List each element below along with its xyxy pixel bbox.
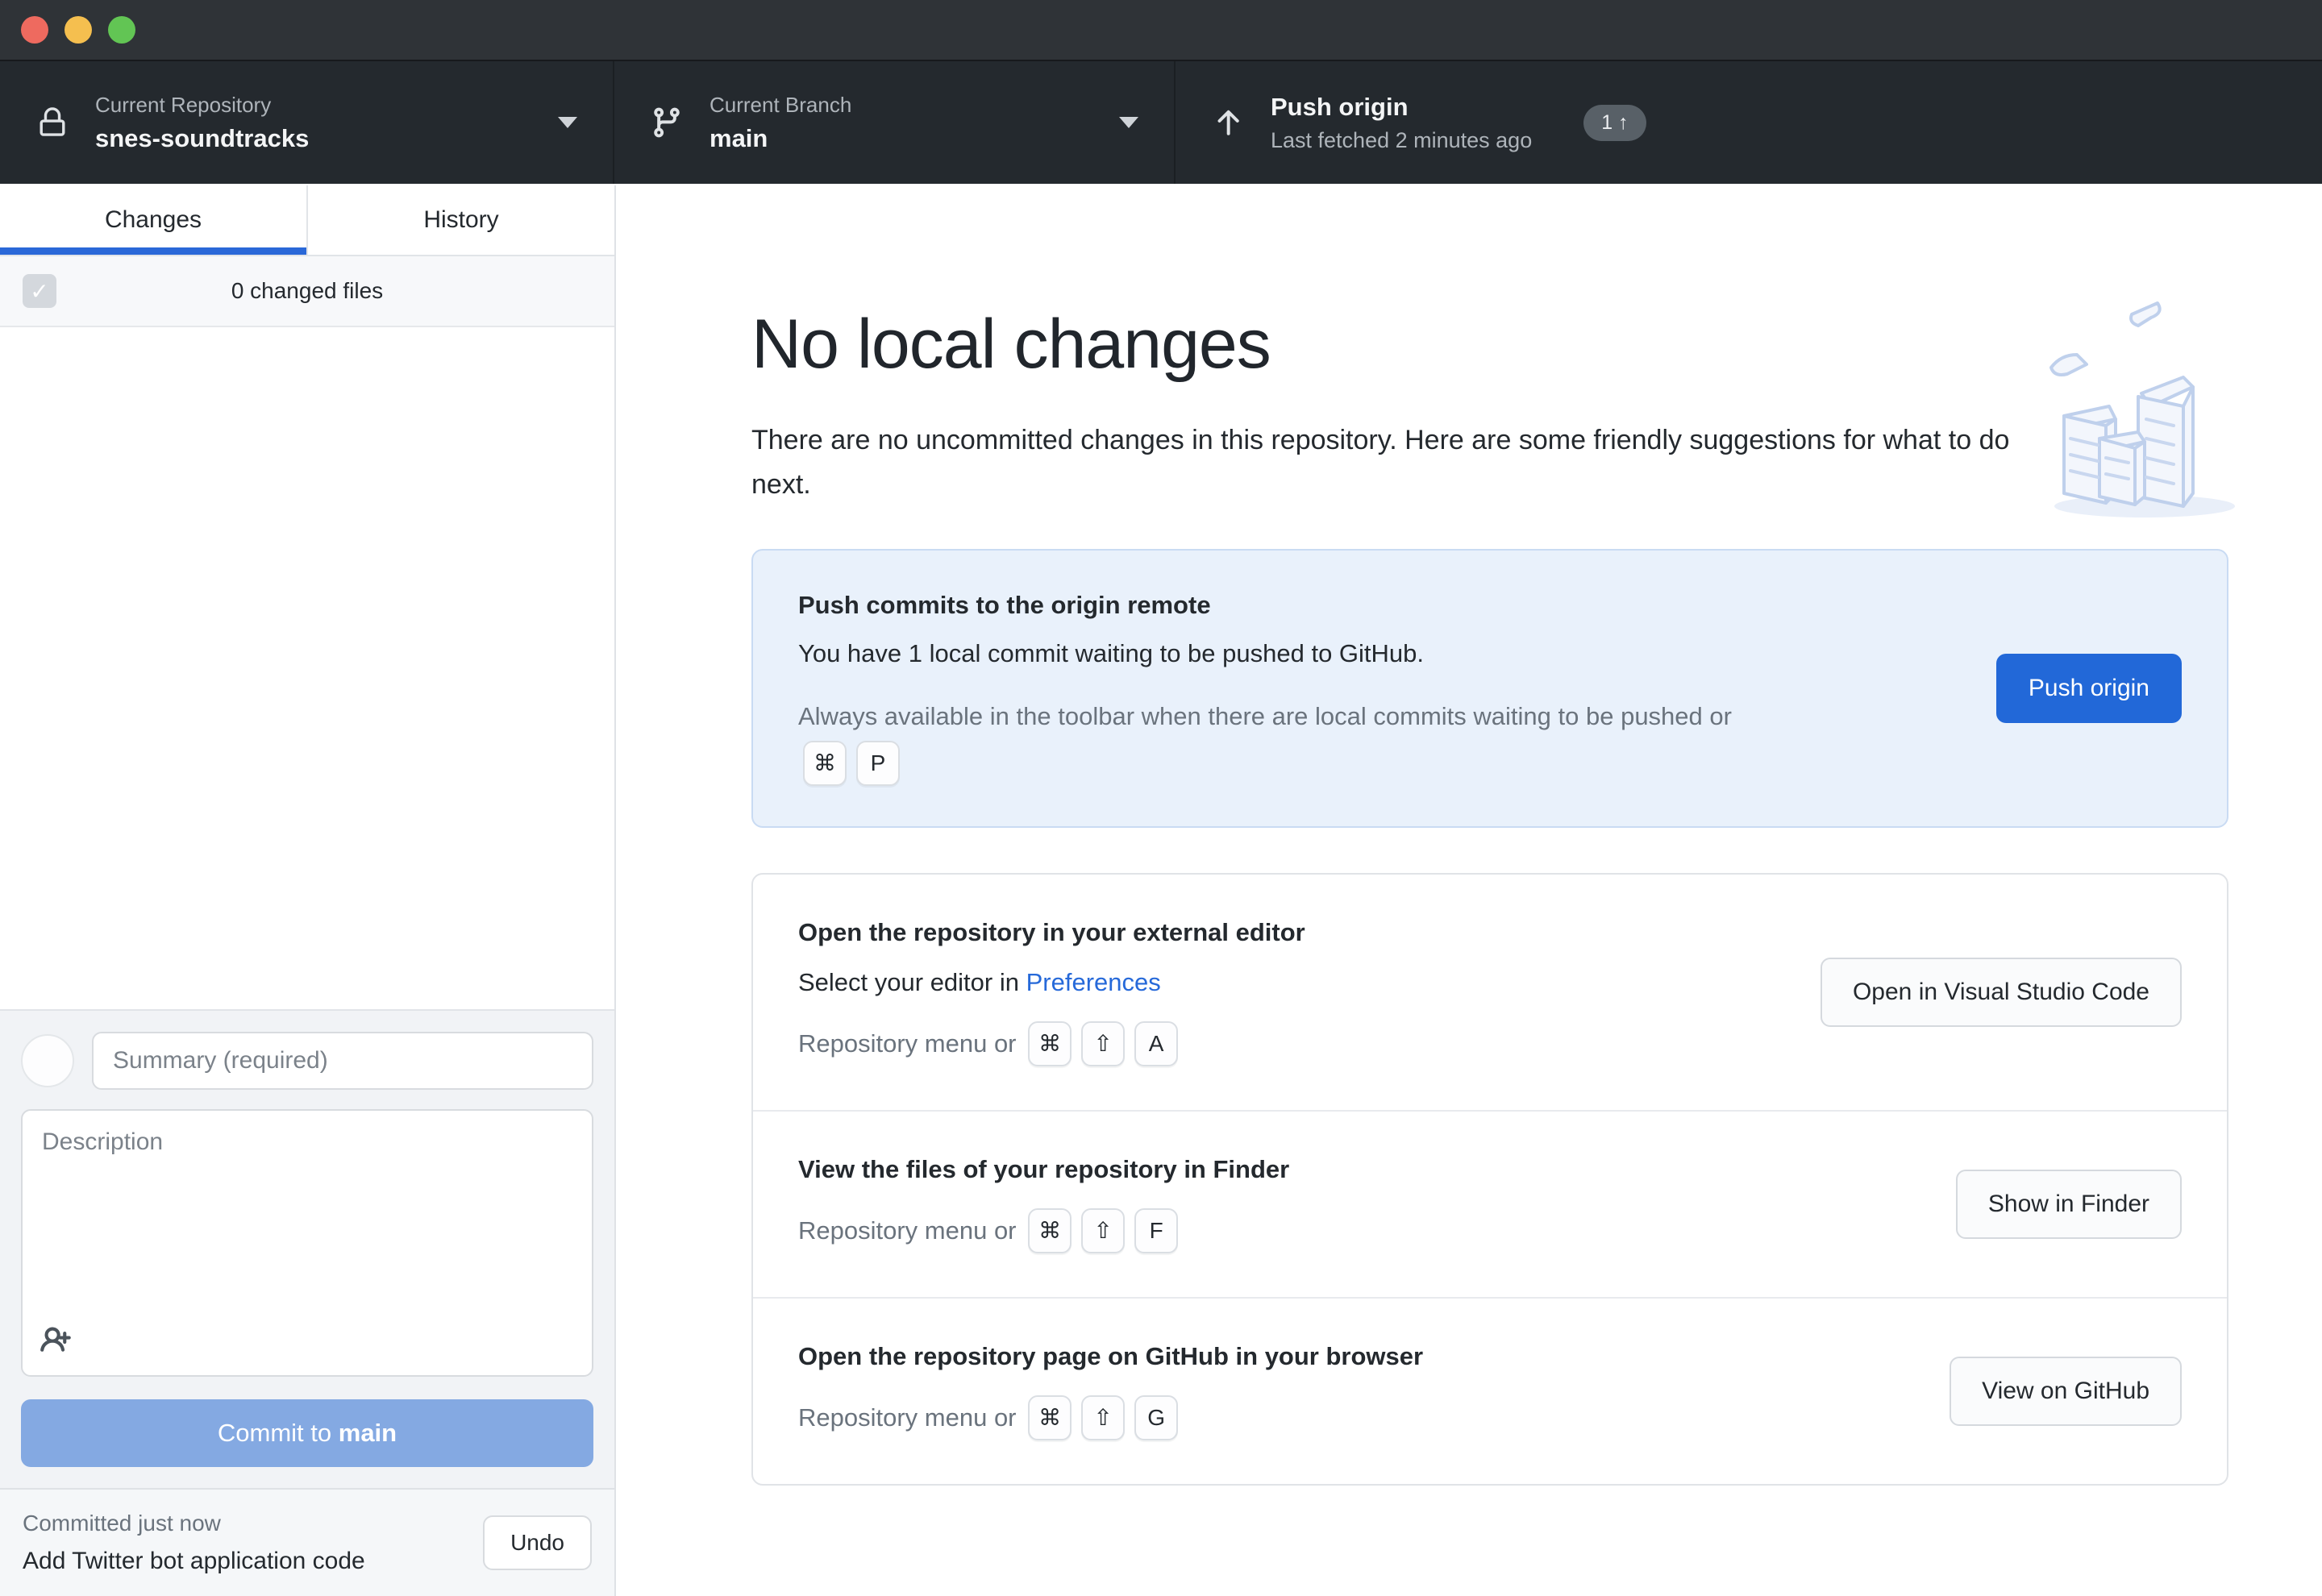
suggestion-row-editor: Open the repository in your external edi… — [753, 875, 2227, 1110]
p-keycap: P — [856, 741, 900, 786]
titlebar — [0, 0, 2322, 61]
tab-history[interactable]: History — [306, 185, 614, 255]
changed-files-list — [0, 327, 614, 1009]
f-keycap: F — [1134, 1208, 1178, 1253]
suggestion-github-hint: Repository menu or ⌘⇧G — [798, 1395, 1423, 1440]
suggestion-finder-title: View the files of your repository in Fin… — [798, 1155, 1289, 1184]
push-origin-text: Push origin Last fetched 2 minutes ago — [1271, 93, 1532, 153]
undo-commit-button[interactable]: Undo — [483, 1515, 592, 1570]
sidebar-tabs: Changes History — [0, 185, 614, 256]
show-in-finder-button[interactable]: Show in Finder — [1956, 1170, 2182, 1239]
push-suggestion-title: Push commits to the origin remote — [798, 591, 1766, 620]
workspace: Changes History ✓ 0 changed files — [0, 185, 2322, 1596]
page-title: No local changes — [751, 305, 2228, 384]
push-count-badge: 1 ↑ — [1583, 105, 1646, 141]
last-commit-status: Committed just now — [23, 1511, 470, 1536]
select-editor-text: Select your editor in — [798, 968, 1026, 996]
suggestion-github-text: Open the repository page on GitHub in yo… — [798, 1342, 1423, 1440]
shift-keycap: ⇧ — [1081, 1021, 1125, 1066]
zoom-window-button[interactable] — [108, 16, 135, 44]
suggestion-row-github: Open the repository page on GitHub in yo… — [753, 1297, 2227, 1484]
push-origin-button[interactable]: Push origin — [1996, 654, 2182, 723]
push-suggestion-panel: Push commits to the origin remote You ha… — [751, 549, 2228, 828]
active-tab-underline — [0, 247, 306, 255]
a-keycap: A — [1134, 1021, 1178, 1066]
git-branch-icon — [650, 106, 684, 139]
current-branch-value: main — [710, 124, 851, 153]
open-in-editor-button[interactable]: Open in Visual Studio Code — [1821, 958, 2182, 1027]
suggestion-github-title: Open the repository page on GitHub in yo… — [798, 1342, 1423, 1371]
select-all-checkbox[interactable]: ✓ — [23, 274, 56, 308]
current-branch-dropdown[interactable]: Current Branch main — [614, 61, 1176, 184]
commit-form: Commit to main — [0, 1009, 614, 1488]
changed-files-count: 0 changed files — [231, 278, 383, 304]
person-add-icon — [40, 1323, 76, 1358]
lock-icon — [35, 106, 69, 139]
add-coauthor-button[interactable] — [39, 1322, 77, 1361]
last-commit-banner: Committed just now Add Twitter bot appli… — [0, 1488, 614, 1596]
arrow-up-icon — [1211, 106, 1245, 139]
push-suggestion-hint: Always available in the toolbar when the… — [798, 694, 1766, 786]
commit-description-input[interactable] — [21, 1109, 593, 1377]
current-repository-text: Current Repository snes-soundtracks — [95, 93, 309, 153]
chevron-down-icon — [558, 117, 577, 128]
suggestion-finder-hint: Repository menu or ⌘⇧F — [798, 1208, 1289, 1253]
suggestion-editor-text: Open the repository in your external edi… — [798, 918, 1305, 1066]
push-origin-label: Push origin — [1271, 93, 1532, 122]
tab-changes-label: Changes — [105, 206, 202, 234]
tab-history-label: History — [423, 206, 498, 234]
suggestion-row-finder: View the files of your repository in Fin… — [753, 1110, 2227, 1297]
push-suggestion-body: You have 1 local commit waiting to be pu… — [798, 639, 1766, 668]
command-keycap: ⌘ — [803, 741, 847, 786]
changed-files-header: ✓ 0 changed files — [0, 256, 614, 327]
command-keycap: ⌘ — [1028, 1395, 1072, 1440]
last-commit-message: Add Twitter bot application code — [23, 1548, 470, 1575]
command-keycap: ⌘ — [1028, 1208, 1072, 1253]
page-subtitle: There are no uncommitted changes in this… — [751, 418, 2025, 507]
suggestion-editor-line: Select your editor in Preferences — [798, 968, 1305, 997]
current-repository-label: Current Repository — [95, 93, 309, 118]
suggestion-editor-title: Open the repository in your external edi… — [798, 918, 1305, 947]
commit-button-branch: main — [339, 1419, 397, 1447]
current-repository-value: snes-soundtracks — [95, 124, 309, 153]
commit-description-wrap — [21, 1109, 593, 1377]
empty-state-illustration — [2045, 290, 2254, 532]
shift-keycap: ⇧ — [1081, 1208, 1125, 1253]
command-keycap: ⌘ — [1028, 1021, 1072, 1066]
repository-menu-text: Repository menu or — [798, 1403, 1017, 1432]
preferences-link[interactable]: Preferences — [1026, 968, 1161, 996]
avatar — [21, 1034, 74, 1087]
repository-menu-text: Repository menu or — [798, 1216, 1017, 1245]
push-origin-sublabel: Last fetched 2 minutes ago — [1271, 128, 1532, 153]
current-branch-label: Current Branch — [710, 93, 851, 118]
minimize-window-button[interactable] — [64, 16, 92, 44]
github-desktop-window: Current Repository snes-soundtracks Curr… — [0, 0, 2322, 1596]
last-commit-text: Committed just now Add Twitter bot appli… — [23, 1511, 470, 1575]
chevron-down-icon — [1119, 117, 1138, 128]
shift-keycap: ⇧ — [1081, 1395, 1125, 1440]
suggestion-editor-hint: Repository menu or ⌘⇧A — [798, 1021, 1305, 1066]
g-keycap: G — [1134, 1395, 1178, 1440]
main-content: No local changes There are no uncommitte… — [616, 185, 2322, 1596]
current-branch-text: Current Branch main — [710, 93, 851, 153]
commit-button-prefix: Commit to — [218, 1419, 339, 1447]
suggestions-panel: Open the repository in your external edi… — [751, 873, 2228, 1486]
commit-summary-row — [21, 1032, 593, 1090]
current-repository-dropdown[interactable]: Current Repository snes-soundtracks — [0, 61, 614, 184]
repository-menu-text: Repository menu or — [798, 1029, 1017, 1058]
view-on-github-button[interactable]: View on GitHub — [1950, 1357, 2182, 1426]
suggestion-finder-text: View the files of your repository in Fin… — [798, 1155, 1289, 1253]
push-hint-text: Always available in the toolbar when the… — [798, 702, 1732, 730]
push-origin-toolbar-button[interactable]: Push origin Last fetched 2 minutes ago 1… — [1176, 61, 2322, 184]
push-suggestion-text: Push commits to the origin remote You ha… — [798, 591, 1766, 786]
tab-changes[interactable]: Changes — [0, 185, 306, 255]
commit-to-main-button[interactable]: Commit to main — [21, 1399, 593, 1467]
toolbar: Current Repository snes-soundtracks Curr… — [0, 61, 2322, 184]
commit-summary-input[interactable] — [92, 1032, 593, 1090]
sidebar: Changes History ✓ 0 changed files — [0, 185, 616, 1596]
close-window-button[interactable] — [21, 16, 48, 44]
